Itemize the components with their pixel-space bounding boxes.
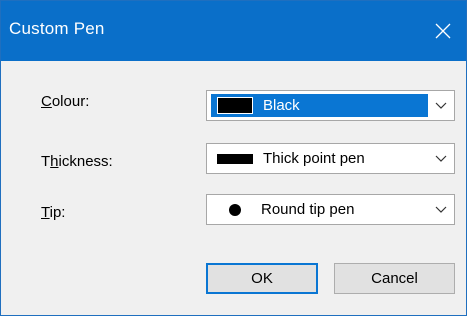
custom-pen-dialog: Custom Pen Colour: Black Thickness: Thic… [0, 0, 467, 316]
round-tip-icon [229, 203, 241, 216]
thickness-dropdown[interactable]: Thick point pen [206, 143, 455, 174]
colour-value-text: Black [263, 97, 300, 114]
colour-dropdown[interactable]: Black [206, 90, 455, 121]
colour-selected-value: Black [211, 94, 428, 117]
colour-label: Colour: [41, 93, 90, 110]
cancel-button[interactable]: Cancel [334, 263, 455, 294]
close-icon [435, 23, 451, 39]
window-title: Custom Pen [9, 19, 105, 38]
close-button[interactable] [420, 1, 466, 61]
thickness-label: Thickness: [41, 153, 113, 170]
thickness-value-text: Thick point pen [263, 150, 365, 167]
tip-selected-value: Round tip pen [211, 198, 428, 221]
black-swatch-icon [217, 97, 253, 114]
chevron-down-icon [435, 155, 447, 162]
ok-button[interactable]: OK [206, 263, 318, 294]
tip-label: Tip: [41, 204, 66, 221]
tip-value-text: Round tip pen [261, 201, 355, 218]
tip-dropdown[interactable]: Round tip pen [206, 194, 455, 225]
thick-line-icon [217, 153, 253, 164]
chevron-down-icon [435, 206, 447, 213]
title-bar[interactable]: Custom Pen [1, 1, 466, 61]
thickness-selected-value: Thick point pen [211, 147, 428, 170]
dialog-body: Colour: Black Thickness: Thick point pen… [1, 61, 466, 315]
chevron-down-icon [435, 102, 447, 109]
